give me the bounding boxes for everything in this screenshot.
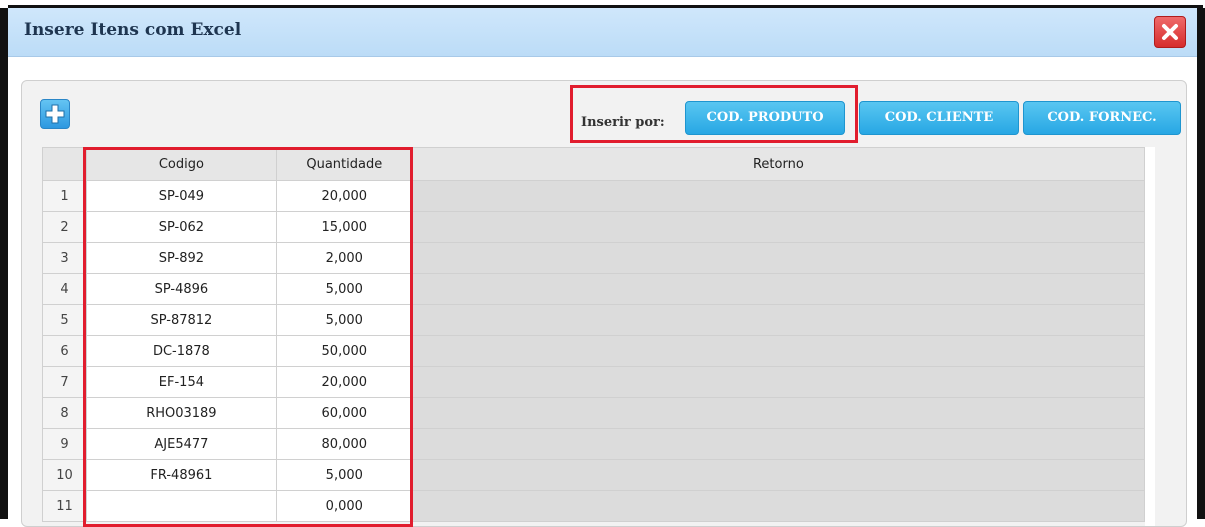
quantidade-cell[interactable]: 5,000 [275, 273, 413, 305]
row-number: 4 [42, 273, 87, 305]
row-number: 5 [42, 304, 87, 336]
codigo-cell[interactable] [85, 490, 277, 522]
codigo-cell[interactable]: SP-062 [85, 211, 277, 243]
table-row[interactable]: 6 DC-1878 50,000 [42, 335, 1146, 367]
codigo-cell[interactable]: AJE5477 [85, 428, 277, 460]
quantidade-cell[interactable]: 20,000 [275, 366, 413, 398]
row-number: 8 [42, 397, 87, 429]
codigo-cell[interactable]: FR-48961 [85, 459, 277, 491]
window-top-strip [0, 0, 1205, 8]
row-number: 6 [42, 335, 87, 367]
header-retorno[interactable]: Retorno [411, 147, 1146, 181]
table-row[interactable]: 11 0,000 [42, 490, 1146, 522]
quantidade-cell[interactable]: 5,000 [275, 459, 413, 491]
retorno-cell [411, 428, 1146, 460]
retorno-cell [411, 242, 1146, 274]
dialog-title-bar: Insere Itens com Excel [8, 8, 1197, 57]
table-row[interactable]: 2 SP-062 15,000 [42, 211, 1146, 243]
table-row[interactable]: 1 SP-049 20,000 [42, 180, 1146, 212]
codigo-cell[interactable]: EF-154 [85, 366, 277, 398]
row-number: 10 [42, 459, 87, 491]
retorno-cell [411, 459, 1146, 491]
row-number: 7 [42, 366, 87, 398]
header-quantidade[interactable]: Quantidade [275, 147, 413, 181]
table-row[interactable]: 7 EF-154 20,000 [42, 366, 1146, 398]
window-left-edge [0, 8, 8, 519]
close-button[interactable] [1154, 16, 1186, 48]
cod-cliente-button[interactable]: COD. CLIENTE [859, 101, 1019, 135]
codigo-cell[interactable]: SP-87812 [85, 304, 277, 336]
grid-header-row: Codigo Quantidade Retorno [42, 147, 1146, 181]
table-row[interactable]: 3 SP-892 2,000 [42, 242, 1146, 274]
add-row-button[interactable] [40, 99, 70, 129]
row-number: 3 [42, 242, 87, 274]
content-panel: Inserir por: COD. PRODUTO COD. CLIENTE C… [21, 80, 1187, 527]
retorno-cell [411, 211, 1146, 243]
inserir-por-label: Inserir por: [581, 115, 665, 130]
quantidade-cell[interactable]: 50,000 [275, 335, 413, 367]
retorno-cell [411, 366, 1146, 398]
window-right-edge [1197, 8, 1205, 519]
quantidade-cell[interactable]: 20,000 [275, 180, 413, 212]
cod-produto-button[interactable]: COD. PRODUTO [685, 101, 845, 135]
retorno-cell [411, 397, 1146, 429]
row-number: 11 [42, 490, 87, 522]
row-number: 9 [42, 428, 87, 460]
cod-fornec-button[interactable]: COD. FORNEC. [1023, 101, 1181, 135]
items-grid: Codigo Quantidade Retorno 1 SP-049 20,000 2… [42, 147, 1146, 522]
table-row[interactable]: 10 FR-48961 5,000 [42, 459, 1146, 491]
table-row[interactable]: 9 AJE5477 80,000 [42, 428, 1146, 460]
codigo-cell[interactable]: RHO03189 [85, 397, 277, 429]
retorno-cell [411, 304, 1146, 336]
codigo-cell[interactable]: SP-049 [85, 180, 277, 212]
excel-import-dialog: Insere Itens com Excel Inserir por: COD.… [8, 8, 1197, 527]
table-row[interactable]: 5 SP-87812 5,000 [42, 304, 1146, 336]
header-codigo[interactable]: Codigo [85, 147, 277, 181]
quantidade-cell[interactable]: 15,000 [275, 211, 413, 243]
row-number: 1 [42, 180, 87, 212]
quantidade-cell[interactable]: 80,000 [275, 428, 413, 460]
grid-corner [42, 147, 87, 181]
quantidade-cell[interactable]: 2,000 [275, 242, 413, 274]
grid-scrollbar[interactable] [1145, 147, 1155, 526]
retorno-cell [411, 335, 1146, 367]
row-number: 2 [42, 211, 87, 243]
dialog-title: Insere Itens com Excel [24, 20, 242, 40]
codigo-cell[interactable]: DC-1878 [85, 335, 277, 367]
quantidade-cell[interactable]: 0,000 [275, 490, 413, 522]
quantidade-cell[interactable]: 60,000 [275, 397, 413, 429]
retorno-cell [411, 273, 1146, 305]
quantidade-cell[interactable]: 5,000 [275, 304, 413, 336]
codigo-cell[interactable]: SP-892 [85, 242, 277, 274]
retorno-cell [411, 180, 1146, 212]
table-row[interactable]: 4 SP-4896 5,000 [42, 273, 1146, 305]
codigo-cell[interactable]: SP-4896 [85, 273, 277, 305]
retorno-cell [411, 490, 1146, 522]
table-row[interactable]: 8 RHO03189 60,000 [42, 397, 1146, 429]
